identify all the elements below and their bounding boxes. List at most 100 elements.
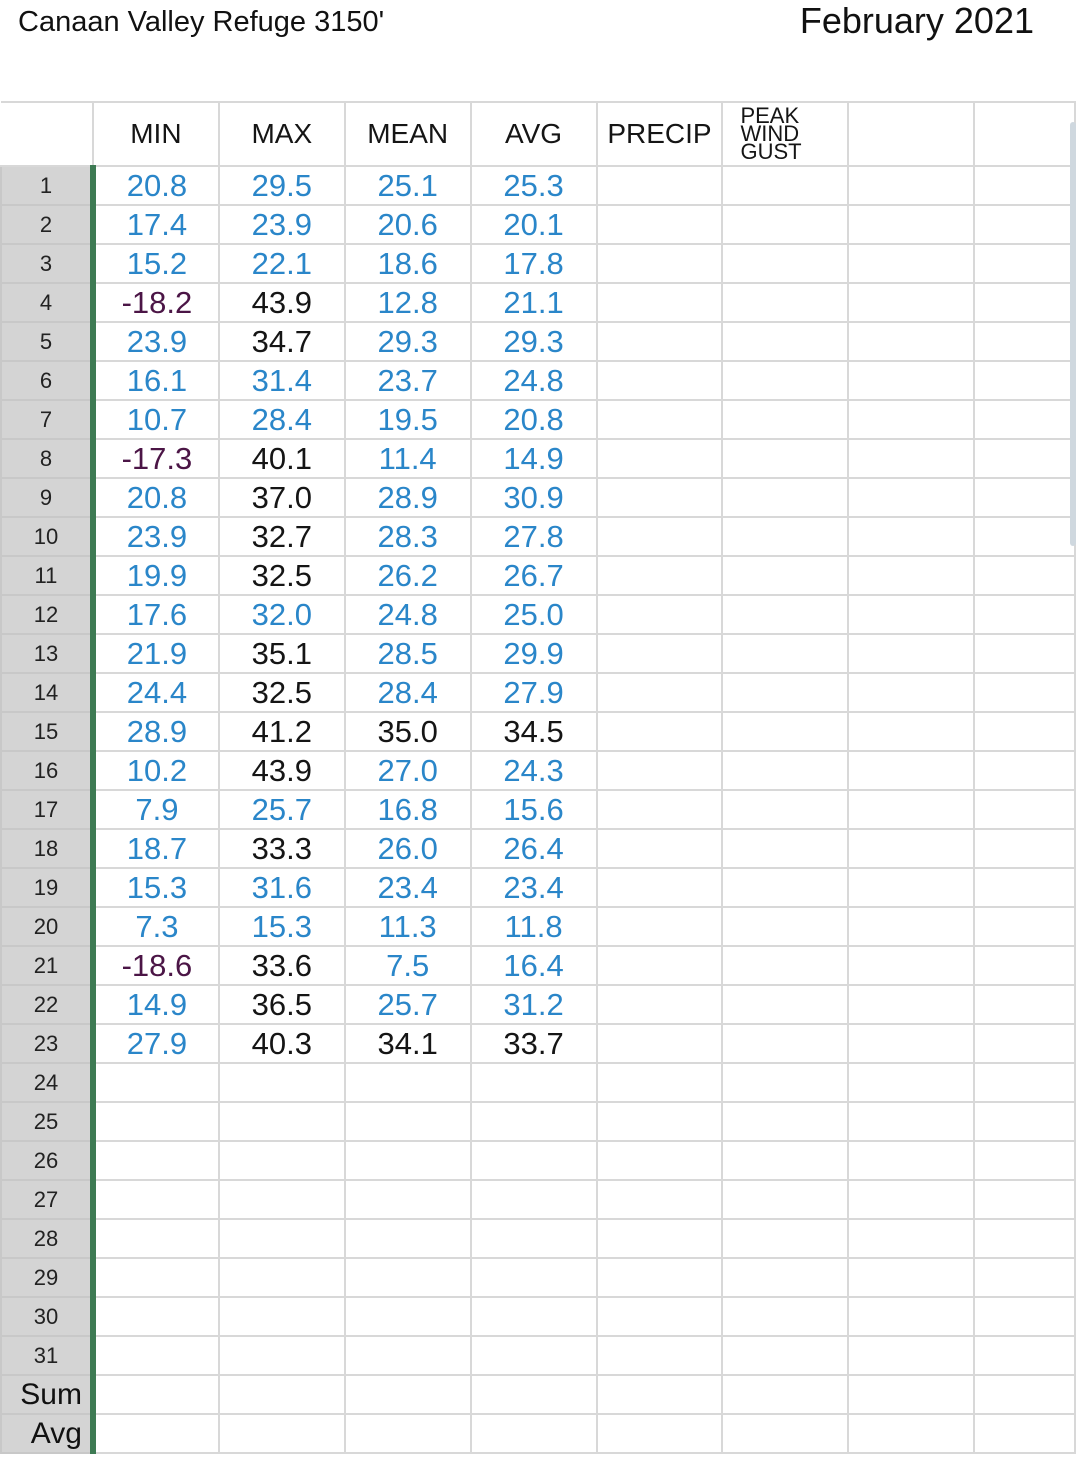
cell-min[interactable]: 7.3	[91, 906, 220, 947]
cell-avg[interactable]: 30.9	[469, 477, 598, 518]
cell-empty[interactable]	[343, 1413, 472, 1454]
cell-empty[interactable]	[469, 1296, 598, 1337]
row-header[interactable]: 26	[0, 1140, 96, 1181]
cell-empty[interactable]	[973, 828, 1076, 869]
cell-mean[interactable]: 18.6	[343, 243, 472, 284]
cell-avg[interactable]: 26.4	[469, 828, 598, 869]
cell-empty[interactable]	[91, 1296, 220, 1337]
cell-empty[interactable]	[721, 828, 850, 869]
cell-max[interactable]: 35.1	[217, 633, 346, 674]
row-header[interactable]: 29	[0, 1257, 96, 1298]
row-header[interactable]: 7	[0, 399, 96, 440]
cell-avg[interactable]: 29.9	[469, 633, 598, 674]
cell-empty[interactable]	[721, 282, 850, 323]
cell-empty[interactable]	[595, 282, 724, 323]
cell-empty[interactable]	[91, 1218, 220, 1259]
cell-empty[interactable]	[721, 1413, 850, 1454]
cell-empty[interactable]	[973, 1140, 1076, 1181]
cell-max[interactable]: 15.3	[217, 906, 346, 947]
cell-empty[interactable]	[595, 438, 724, 479]
cell-max[interactable]: 37.0	[217, 477, 346, 518]
row-header[interactable]: Avg	[0, 1413, 96, 1454]
row-header[interactable]: 19	[0, 867, 96, 908]
cell-empty[interactable]	[721, 1374, 850, 1415]
cell-empty[interactable]	[91, 1101, 220, 1142]
cell-empty[interactable]	[721, 1257, 850, 1298]
cell-max[interactable]: 22.1	[217, 243, 346, 284]
cell-min[interactable]: 15.2	[91, 243, 220, 284]
cell-empty[interactable]	[721, 633, 850, 674]
cell-avg[interactable]: 33.7	[469, 1023, 598, 1064]
cell-empty[interactable]	[847, 477, 976, 518]
cell-empty[interactable]	[847, 1296, 976, 1337]
cell-avg[interactable]: 15.6	[469, 789, 598, 830]
cell-mean[interactable]: 11.3	[343, 906, 472, 947]
cell-empty[interactable]	[973, 438, 1076, 479]
cell-avg[interactable]: 24.8	[469, 360, 598, 401]
cell-max[interactable]: 41.2	[217, 711, 346, 752]
cell-empty[interactable]	[721, 1179, 850, 1220]
row-header[interactable]: 3	[0, 243, 96, 284]
cell-empty[interactable]	[595, 1101, 724, 1142]
cell-empty[interactable]	[847, 165, 976, 206]
cell-mean[interactable]: 35.0	[343, 711, 472, 752]
cell-max[interactable]: 32.0	[217, 594, 346, 635]
cell-empty[interactable]	[721, 438, 850, 479]
column-header-avg[interactable]: AVG	[469, 101, 598, 167]
cell-mean[interactable]: 29.3	[343, 321, 472, 362]
cell-empty[interactable]	[973, 204, 1076, 245]
cell-empty[interactable]	[343, 1218, 472, 1259]
cell-empty[interactable]	[595, 711, 724, 752]
cell-empty[interactable]	[847, 204, 976, 245]
cell-min[interactable]: 21.9	[91, 633, 220, 674]
cell-mean[interactable]: 23.7	[343, 360, 472, 401]
cell-empty[interactable]	[595, 477, 724, 518]
row-header[interactable]: 31	[0, 1335, 96, 1376]
cell-max[interactable]: 31.4	[217, 360, 346, 401]
cell-empty[interactable]	[595, 555, 724, 596]
cell-empty[interactable]	[721, 867, 850, 908]
cell-max[interactable]: 31.6	[217, 867, 346, 908]
cell-empty[interactable]	[721, 477, 850, 518]
cell-empty[interactable]	[847, 360, 976, 401]
cell-avg[interactable]: 23.4	[469, 867, 598, 908]
cell-empty[interactable]	[721, 1023, 850, 1064]
cell-empty[interactable]	[847, 945, 976, 986]
cell-empty[interactable]	[595, 1023, 724, 1064]
cell-min[interactable]: 20.8	[91, 477, 220, 518]
cell-empty[interactable]	[973, 360, 1076, 401]
cell-min[interactable]: 17.4	[91, 204, 220, 245]
cell-empty[interactable]	[469, 1101, 598, 1142]
cell-empty[interactable]	[847, 828, 976, 869]
column-header-max[interactable]: MAX	[217, 101, 346, 167]
cell-max[interactable]: 32.5	[217, 555, 346, 596]
row-header[interactable]: 30	[0, 1296, 96, 1337]
cell-min[interactable]: 14.9	[91, 984, 220, 1025]
cell-empty[interactable]	[973, 321, 1076, 362]
cell-empty[interactable]	[973, 1101, 1076, 1142]
cell-empty[interactable]	[469, 1218, 598, 1259]
cell-empty[interactable]	[721, 711, 850, 752]
cell-empty[interactable]	[343, 1374, 472, 1415]
cell-empty[interactable]	[217, 1296, 346, 1337]
cell-empty[interactable]	[847, 1413, 976, 1454]
cell-empty[interactable]	[721, 594, 850, 635]
cell-avg[interactable]: 17.8	[469, 243, 598, 284]
cell-empty[interactable]	[847, 789, 976, 830]
cell-empty[interactable]	[973, 633, 1076, 674]
cell-empty[interactable]	[91, 1062, 220, 1103]
column-header-precip[interactable]: PRECIP	[595, 101, 724, 167]
cell-empty[interactable]	[91, 1140, 220, 1181]
cell-empty[interactable]	[973, 1296, 1076, 1337]
cell-mean[interactable]: 28.5	[343, 633, 472, 674]
cell-empty[interactable]	[973, 282, 1076, 323]
cell-empty[interactable]	[469, 1179, 598, 1220]
cell-empty[interactable]	[721, 1218, 850, 1259]
cell-avg[interactable]: 24.3	[469, 750, 598, 791]
cell-mean[interactable]: 24.8	[343, 594, 472, 635]
column-header-blank-2[interactable]	[973, 101, 1076, 167]
cell-min[interactable]: 27.9	[91, 1023, 220, 1064]
cell-empty[interactable]	[343, 1335, 472, 1376]
cell-empty[interactable]	[973, 867, 1076, 908]
cell-mean[interactable]: 26.0	[343, 828, 472, 869]
